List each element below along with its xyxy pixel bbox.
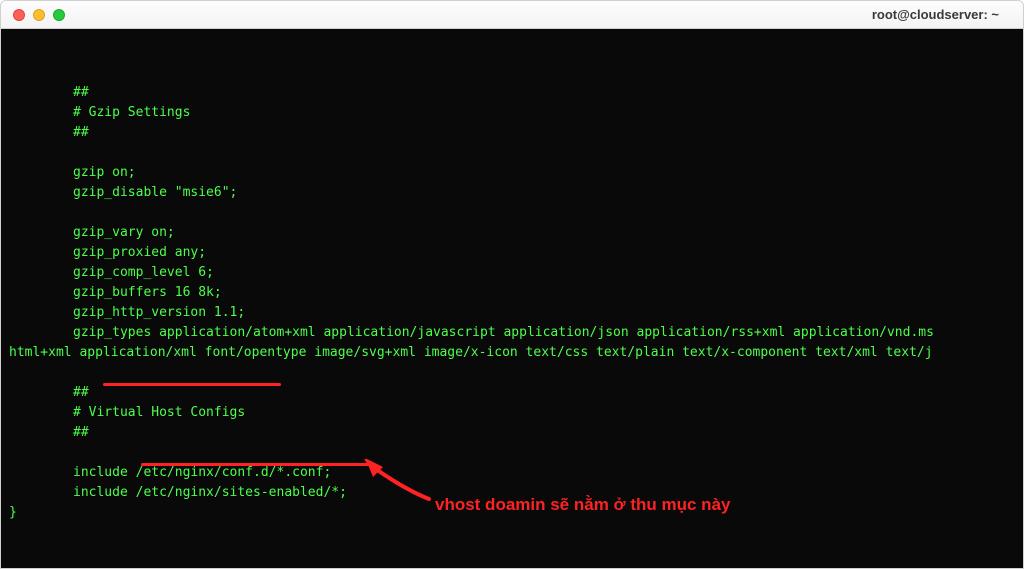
terminal-line: gzip_http_version 1.1; [9,303,1023,323]
maximize-icon[interactable] [53,9,65,21]
terminal-line [9,443,1023,463]
annotation-underline-2 [141,463,371,466]
terminal-line: gzip_types application/atom+xml applicat… [9,323,1023,343]
title-bar: root@cloudserver: ~ [1,1,1023,29]
annotation-underline-1 [103,383,281,386]
terminal-line: ## [9,383,1023,403]
terminal-line [9,363,1023,383]
terminal-line: # Gzip Settings [9,103,1023,123]
terminal-line [9,203,1023,223]
traffic-lights [13,9,65,21]
annotation-label: vhost doamin sẽ nằm ở thu mục này [435,495,730,515]
close-icon[interactable] [13,9,25,21]
terminal-line [9,143,1023,163]
terminal-line: gzip_disable "msie6"; [9,183,1023,203]
window-title: root@cloudserver: ~ [872,7,999,22]
terminal-line: gzip_comp_level 6; [9,263,1023,283]
terminal-line: gzip_buffers 16 8k; [9,283,1023,303]
terminal-line: ## [9,83,1023,103]
terminal-line: gzip_vary on; [9,223,1023,243]
terminal-line: gzip_proxied any; [9,243,1023,263]
terminal-line: include /etc/nginx/conf.d/*.conf; [9,463,1023,483]
terminal-body[interactable]: ### Gzip Settings##gzip on;gzip_disable … [1,29,1023,568]
minimize-icon[interactable] [33,9,45,21]
terminal-content: ### Gzip Settings##gzip on;gzip_disable … [1,77,1023,523]
terminal-line: html+xml application/xml font/opentype i… [9,343,1023,363]
terminal-line: # Virtual Host Configs [9,403,1023,423]
terminal-line: gzip on; [9,163,1023,183]
terminal-line: ## [9,123,1023,143]
terminal-line: ## [9,423,1023,443]
terminal-window: root@cloudserver: ~ ### Gzip Settings##g… [0,0,1024,569]
